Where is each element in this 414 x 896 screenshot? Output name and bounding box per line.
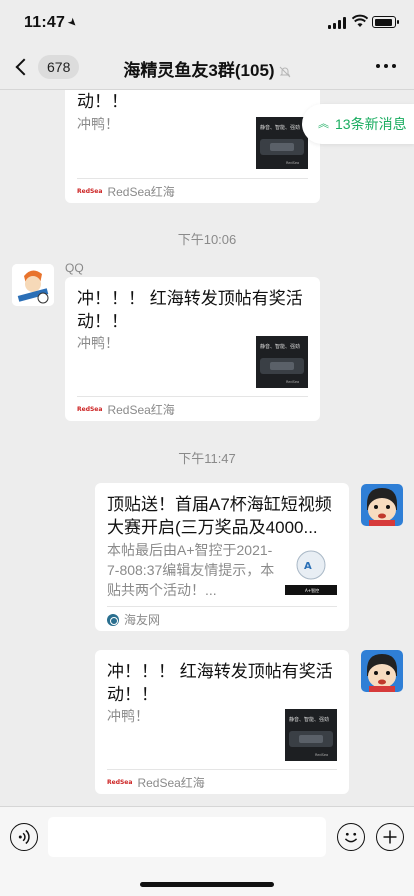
card-thumbnail: 静音、智能、强劲 RedSea	[285, 709, 337, 761]
card-title: 顶贴送！首届A7杯海缸短视频大赛开启(三万奖品及4000...	[107, 495, 332, 537]
link-card-message[interactable]: 动！！ 冲鸭！ 静音、智能、强劲 RedSea RedSea RedSea红海	[65, 90, 320, 203]
thumb-caption: 静音、智能、强劲	[260, 343, 300, 350]
thumb-brand: RedSea	[286, 380, 299, 384]
link-card-message[interactable]: 冲！！！ 红海转发顶帖有奖活动！！ 冲鸭！ 静音、智能、强劲 RedSea Red…	[65, 277, 320, 421]
cellular-signal-icon	[328, 17, 346, 29]
card-thumbnail: 静音、智能、强劲 RedSea	[256, 117, 308, 169]
chat-message-list[interactable]: 动！！ 冲鸭！ 静音、智能、强劲 RedSea RedSea RedSea红海 ︽ 1…	[0, 90, 414, 806]
battery-icon	[372, 16, 399, 28]
haiyou-logo-icon	[107, 613, 119, 626]
avatar[interactable]	[361, 484, 403, 526]
mute-bell-icon	[279, 66, 290, 77]
thumb-caption: 静音、智能、强劲	[289, 716, 329, 723]
message-input-bar	[0, 806, 414, 896]
card-source-name: RedSea红海	[107, 403, 175, 417]
card-source: RedSea RedSea红海	[77, 183, 175, 200]
thumb-caption: 静音、智能、强劲	[260, 124, 300, 131]
link-card-message[interactable]: 冲！！！ 红海转发顶帖有奖活动！！ 冲鸭！ 静音、智能、强劲 RedSea Red…	[95, 650, 349, 794]
card-source: RedSea RedSea红海	[107, 774, 205, 791]
timestamp: 下午10:06	[177, 232, 237, 247]
new-messages-button[interactable]: ︽ 13条新消息	[302, 104, 414, 144]
new-messages-label: 13条新消息	[335, 116, 407, 132]
message-input[interactable]	[48, 817, 326, 857]
svg-text:A: A	[304, 561, 312, 572]
status-bar: 11:47 ➤	[0, 0, 414, 44]
redsea-logo-icon: RedSea	[77, 188, 103, 195]
emoji-button[interactable]	[337, 823, 365, 851]
voice-toggle-button[interactable]	[10, 823, 38, 851]
double-chevron-up-icon: ︽	[318, 118, 329, 130]
card-description: 本帖最后由A+智控于2021-7-808:37编辑友情提示，本贴共两个活动！..…	[107, 542, 275, 598]
nav-bar: 678 海精灵鱼友3群(105)	[0, 44, 414, 90]
chat-title: 海精灵鱼友3群(105)	[0, 56, 414, 81]
card-title: 动！！	[77, 92, 128, 111]
card-source-name: 海友网	[124, 613, 161, 627]
card-source: 海友网	[107, 611, 160, 628]
card-source-name: RedSea红海	[137, 776, 205, 790]
more-functions-button[interactable]	[376, 823, 404, 851]
voice-icon	[18, 829, 30, 845]
card-title: 冲！！！ 红海转发顶帖有奖活动！！	[77, 289, 303, 331]
card-description: 冲鸭！	[77, 335, 119, 351]
card-thumbnail: A A+智控	[285, 543, 337, 595]
card-description: 冲鸭！	[107, 708, 149, 724]
timestamp: 下午11:47	[178, 451, 236, 466]
card-divider	[107, 769, 337, 770]
card-source-name: RedSea红海	[107, 185, 175, 199]
avatar[interactable]	[361, 650, 403, 692]
card-divider	[77, 396, 308, 397]
plus-icon	[383, 830, 397, 844]
chat-title-text: 海精灵鱼友3群(105)	[123, 61, 275, 80]
card-title: 冲！！！ 红海转发顶帖有奖活动！！	[107, 662, 333, 704]
avatar[interactable]	[12, 264, 54, 306]
card-divider	[107, 606, 337, 607]
wifi-icon	[352, 14, 368, 27]
sender-name: QQ	[65, 261, 84, 275]
thumb-brand: RedSea	[315, 753, 328, 757]
card-divider	[77, 178, 308, 179]
home-indicator	[140, 882, 274, 887]
more-options-button[interactable]	[376, 64, 396, 68]
emoji-icon	[344, 832, 358, 843]
status-time: 11:47	[24, 14, 66, 31]
link-card-message[interactable]: 顶贴送！首届A7杯海缸短视频大赛开启(三万奖品及4000... 本帖最后由A+智…	[95, 483, 349, 631]
thumb-brand: RedSea	[286, 161, 299, 165]
card-source: RedSea RedSea红海	[77, 401, 175, 418]
location-arrow-icon: ➤	[64, 15, 80, 31]
card-description: 冲鸭！	[77, 116, 119, 132]
card-thumbnail: 静音、智能、强劲 RedSea	[256, 336, 308, 388]
redsea-logo-icon: RedSea	[107, 779, 133, 786]
redsea-logo-icon: RedSea	[77, 406, 103, 413]
thumb-brand: A+智控	[305, 587, 319, 593]
